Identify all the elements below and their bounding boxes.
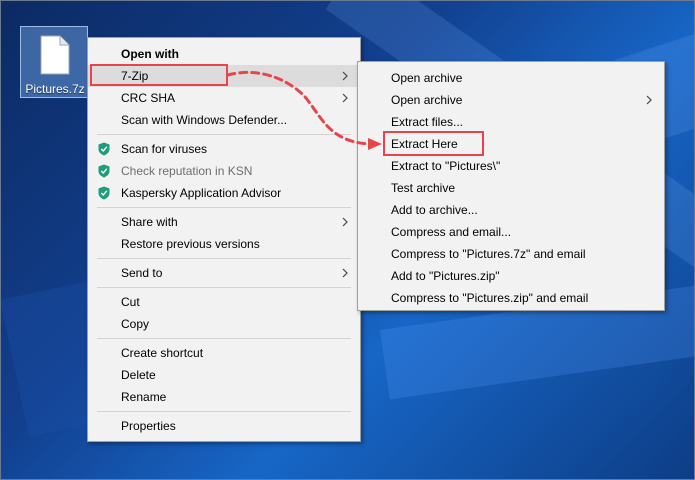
- menu-item-cut[interactable]: Cut: [88, 291, 360, 313]
- chevron-right-icon: [342, 93, 348, 103]
- submenu-item-compress-7z-email[interactable]: Compress to "Pictures.7z" and email: [358, 243, 664, 265]
- submenu-item-extract-files[interactable]: Extract files...: [358, 111, 664, 133]
- kaspersky-shield-icon: [98, 164, 110, 178]
- submenu-item-add-to-zip[interactable]: Add to "Pictures.zip": [358, 265, 664, 287]
- submenu-item-add-to-archive[interactable]: Add to archive...: [358, 199, 664, 221]
- submenu-item-open-archive-more[interactable]: Open archive: [358, 89, 664, 111]
- chevron-right-icon: [646, 95, 652, 105]
- submenu-item-open-archive[interactable]: Open archive: [358, 67, 664, 89]
- menu-item-create-shortcut[interactable]: Create shortcut: [88, 342, 360, 364]
- menu-separator: [97, 287, 351, 288]
- menu-item-share-with[interactable]: Share with: [88, 211, 360, 233]
- menu-item-label: Open archive: [391, 93, 463, 107]
- kaspersky-shield-icon: [98, 186, 110, 200]
- chevron-right-icon: [342, 71, 348, 81]
- menu-item-kaspersky-advisor[interactable]: Kaspersky Application Advisor: [88, 182, 360, 204]
- submenu-item-extract-to[interactable]: Extract to "Pictures\": [358, 155, 664, 177]
- menu-item-label: Check reputation in KSN: [121, 164, 253, 178]
- menu-item-label: CRC SHA: [121, 91, 176, 105]
- kaspersky-shield-icon: [98, 142, 110, 156]
- menu-item-properties[interactable]: Properties: [88, 415, 360, 437]
- context-menu: Open with 7-Zip CRC SHA Scan with Window…: [87, 37, 361, 442]
- menu-item-restore-versions[interactable]: Restore previous versions: [88, 233, 360, 255]
- menu-separator: [97, 207, 351, 208]
- submenu-item-compress-zip-email[interactable]: Compress to "Pictures.zip" and email: [358, 287, 664, 309]
- 7zip-submenu: Open archive Open archive Extract files.…: [357, 61, 665, 311]
- desktop-file-label: Pictures.7z: [25, 82, 85, 96]
- menu-separator: [97, 258, 351, 259]
- menu-item-check-reputation[interactable]: Check reputation in KSN: [88, 160, 360, 182]
- menu-item-label: Send to: [121, 266, 163, 280]
- submenu-item-compress-email[interactable]: Compress and email...: [358, 221, 664, 243]
- menu-item-crc-sha[interactable]: CRC SHA: [88, 87, 360, 109]
- menu-separator: [97, 134, 351, 135]
- file-icon: [40, 35, 70, 75]
- menu-item-label: Kaspersky Application Advisor: [121, 186, 282, 200]
- menu-item-label: Scan for viruses: [121, 142, 208, 156]
- chevron-right-icon: [342, 268, 348, 278]
- submenu-item-extract-here[interactable]: Extract Here: [358, 133, 664, 155]
- menu-item-label: Share with: [121, 215, 178, 229]
- menu-item-send-to[interactable]: Send to: [88, 262, 360, 284]
- menu-item-scan-defender[interactable]: Scan with Windows Defender...: [88, 109, 360, 131]
- menu-item-delete[interactable]: Delete: [88, 364, 360, 386]
- menu-separator: [97, 411, 351, 412]
- menu-separator: [97, 338, 351, 339]
- menu-item-7zip[interactable]: 7-Zip: [88, 65, 360, 87]
- chevron-right-icon: [342, 217, 348, 227]
- menu-item-label: 7-Zip: [121, 69, 149, 83]
- menu-item-rename[interactable]: Rename: [88, 386, 360, 408]
- menu-item-open-with[interactable]: Open with: [88, 43, 360, 65]
- menu-item-scan-viruses[interactable]: Scan for viruses: [88, 138, 360, 160]
- submenu-item-test-archive[interactable]: Test archive: [358, 177, 664, 199]
- desktop-file-item[interactable]: Pictures.7z: [20, 26, 88, 98]
- menu-item-copy[interactable]: Copy: [88, 313, 360, 335]
